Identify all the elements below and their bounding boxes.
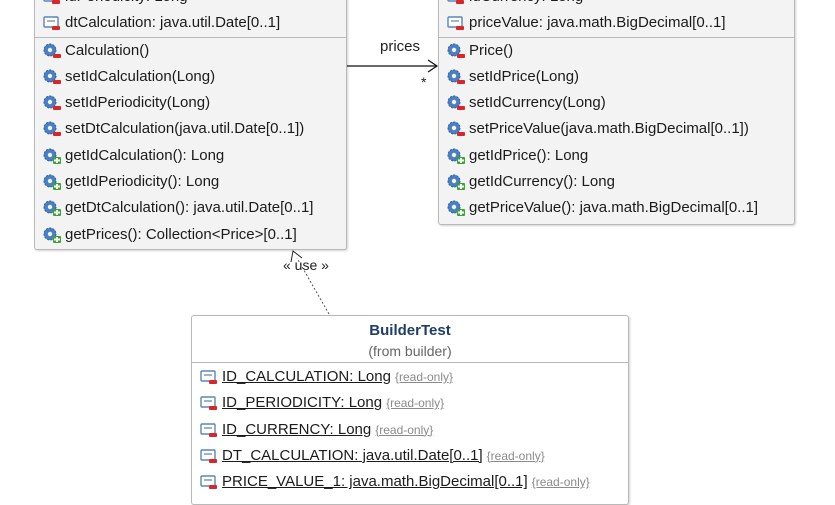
attribute-row-text: dtCalculation: java.util.Date[0..1] xyxy=(65,14,281,32)
operation-row-text: setIdPeriodicity(Long) xyxy=(65,94,211,112)
operation-row[interactable]: getDtCalculation(): java.util.Date[0..1] xyxy=(35,195,346,221)
static-attribute-row-text: ID_CALCULATION: Long xyxy=(222,368,391,385)
attribute-row[interactable]: dtCalculation: java.util.Date[0..1] xyxy=(35,10,346,36)
static-attribute-row-text: PRICE_VALUE_1: java.math.BigDecimal[0..1… xyxy=(222,473,528,491)
operation-row[interactable]: setPriceValue(java.math.BigDecimal[0..1]… xyxy=(439,116,794,142)
operation-row-text: setPriceValue(java.math.BigDecimal[0..1]… xyxy=(469,120,749,138)
builder-test-attributes: ID_CALCULATION: Long {read-only} ID_PERIOD… xyxy=(192,362,628,495)
association-multiplicity: * xyxy=(421,74,427,90)
attribute-row[interactable]: idCurrency: Long xyxy=(439,0,794,10)
read-only-tag: {read-only} xyxy=(394,370,454,384)
operation-row[interactable]: setIdPrice(Long) xyxy=(439,64,794,90)
operation-row-text: Calculation() xyxy=(65,41,150,59)
attribute-row-text: idPeriodicity: Long xyxy=(65,0,188,5)
attribute-row[interactable]: priceValue: java.math.BigDecimal[0..1] xyxy=(439,10,794,36)
operation-row-text: setIdPrice(Long) xyxy=(469,67,580,85)
calculation-class-box[interactable]: idPeriodicity: Long dtCalculation: java.u… xyxy=(34,0,347,250)
dependency-stereotype: « use » xyxy=(283,257,329,273)
operation-row[interactable]: setDtCalculation(java.util.Date[0..1]) xyxy=(35,116,346,142)
static-attribute-row[interactable]: ID_PERIODICITY: Long {read-only} xyxy=(192,390,628,416)
static-attribute-row[interactable]: ID_CALCULATION: Long {read-only} xyxy=(192,364,628,390)
operation-row[interactable]: getIdPeriodicity(): Long xyxy=(35,169,346,195)
static-attribute-row[interactable]: ID_CURRENCY: Long {read-only} xyxy=(192,417,628,443)
operation-row-text: setIdCalculation(Long) xyxy=(65,67,216,85)
operation-row[interactable]: setIdCurrency(Long) xyxy=(439,90,794,116)
association-role-label: prices xyxy=(380,38,421,55)
static-attribute-row-text: ID_PERIODICITY: Long xyxy=(222,394,383,412)
operation-row[interactable]: getIdCalculation(): Long xyxy=(35,143,346,169)
operation-row-text: getIdCurrency(): Long xyxy=(469,173,615,191)
operation-row-text: Price() xyxy=(469,41,514,59)
operation-row-text: getIdCalculation(): Long xyxy=(65,146,225,164)
operation-row[interactable]: setIdPeriodicity(Long) xyxy=(35,90,346,116)
builder-test-class-box[interactable]: BuilderTest (from builder) ID_CALCULATIO… xyxy=(191,315,629,505)
price-class-box[interactable]: idCurrency: Long priceValue: java.math.Bi… xyxy=(438,0,795,225)
read-only-tag: {read-only} xyxy=(386,396,445,411)
read-only-tag: {read-only} xyxy=(531,475,590,490)
operation-row[interactable]: getPrices(): Collection<Price>[0..1] xyxy=(35,222,346,248)
operation-row[interactable]: getIdPrice(): Long xyxy=(439,143,794,169)
static-attribute-row[interactable]: DT_CALCULATION: java.util.Date[0..1] {rea… xyxy=(192,443,628,469)
price-attributes: idCurrency: Long priceValue: java.math.Bi… xyxy=(439,0,794,37)
operation-row-text: getIdPeriodicity(): Long xyxy=(65,173,220,191)
class-name: BuilderTest xyxy=(369,322,451,339)
operation-row-text: setDtCalculation(java.util.Date[0..1]) xyxy=(65,120,305,138)
attribute-row-text: idCurrency: Long xyxy=(469,0,583,5)
read-only-tag: {read-only} xyxy=(486,448,545,463)
read-only-tag: {read-only} xyxy=(375,422,434,437)
attribute-row[interactable]: idPeriodicity: Long xyxy=(35,0,346,10)
operation-row-text: getDtCalculation(): java.util.Date[0..1] xyxy=(65,199,314,217)
operation-row-text: setIdCurrency(Long) xyxy=(469,94,606,112)
operation-row[interactable]: Calculation() xyxy=(35,38,346,64)
operation-row-text: getPriceValue(): java.math.BigDecimal[0.… xyxy=(469,199,759,217)
static-attribute-row-text: DT_CALCULATION: java.util.Date[0..1] xyxy=(222,446,483,464)
calculation-operations: Calculation() setIdCalculation(Long) setId… xyxy=(35,36,346,248)
attribute-row-text: priceValue: java.math.BigDecimal[0..1] xyxy=(469,14,726,32)
operation-row[interactable]: getPriceValue(): java.math.BigDecimal[0.… xyxy=(439,195,794,221)
operation-row[interactable]: setIdCalculation(Long) xyxy=(35,64,346,90)
price-operations: Price() setIdPrice(Long) setIdCurrency(Lon… xyxy=(439,36,794,222)
static-attribute-row-text: ID_CURRENCY: Long xyxy=(222,420,372,438)
builder-test-header: BuilderTest (from builder) xyxy=(192,316,628,362)
operation-row[interactable]: getIdCurrency(): Long xyxy=(439,169,794,195)
calculation-attributes: idPeriodicity: Long dtCalculation: java.u… xyxy=(35,0,346,37)
static-attribute-row[interactable]: PRICE_VALUE_1: java.math.BigDecimal[0..1… xyxy=(192,469,628,495)
operation-row-text: getPrices(): Collection<Price>[0..1] xyxy=(65,225,297,243)
package-note: (from builder) xyxy=(368,343,452,359)
operation-row[interactable]: Price() xyxy=(439,38,794,64)
operation-row-text: getIdPrice(): Long xyxy=(469,146,589,164)
